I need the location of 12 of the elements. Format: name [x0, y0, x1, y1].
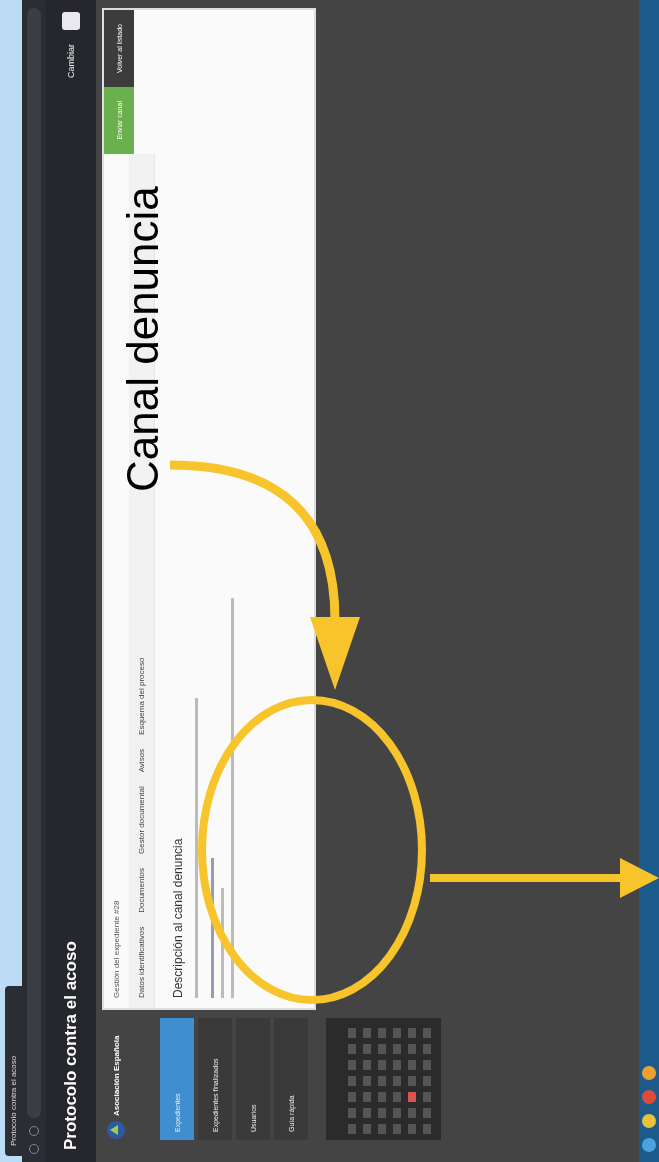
browser-tab[interactable]: Protocolo contra el acoso [5, 986, 22, 1156]
tab[interactable]: Avisos [133, 748, 150, 773]
tab[interactable]: Documentos [133, 867, 150, 913]
annotation-label: Canal denuncia [118, 186, 168, 492]
app-title: Protocolo contra el acoso [61, 940, 81, 1150]
tab[interactable]: Esquema del proceso [133, 657, 150, 735]
brand-name: Asociación Española [111, 1035, 121, 1116]
tab[interactable]: Gestor documental [133, 786, 150, 854]
section-heading: Descripción al canal denuncia [171, 837, 185, 998]
header-link[interactable]: Cambiar [66, 44, 76, 78]
tab[interactable]: Datos identificativos [133, 926, 150, 998]
breadcrumb: Gestión del expediente #28 [111, 899, 122, 1000]
